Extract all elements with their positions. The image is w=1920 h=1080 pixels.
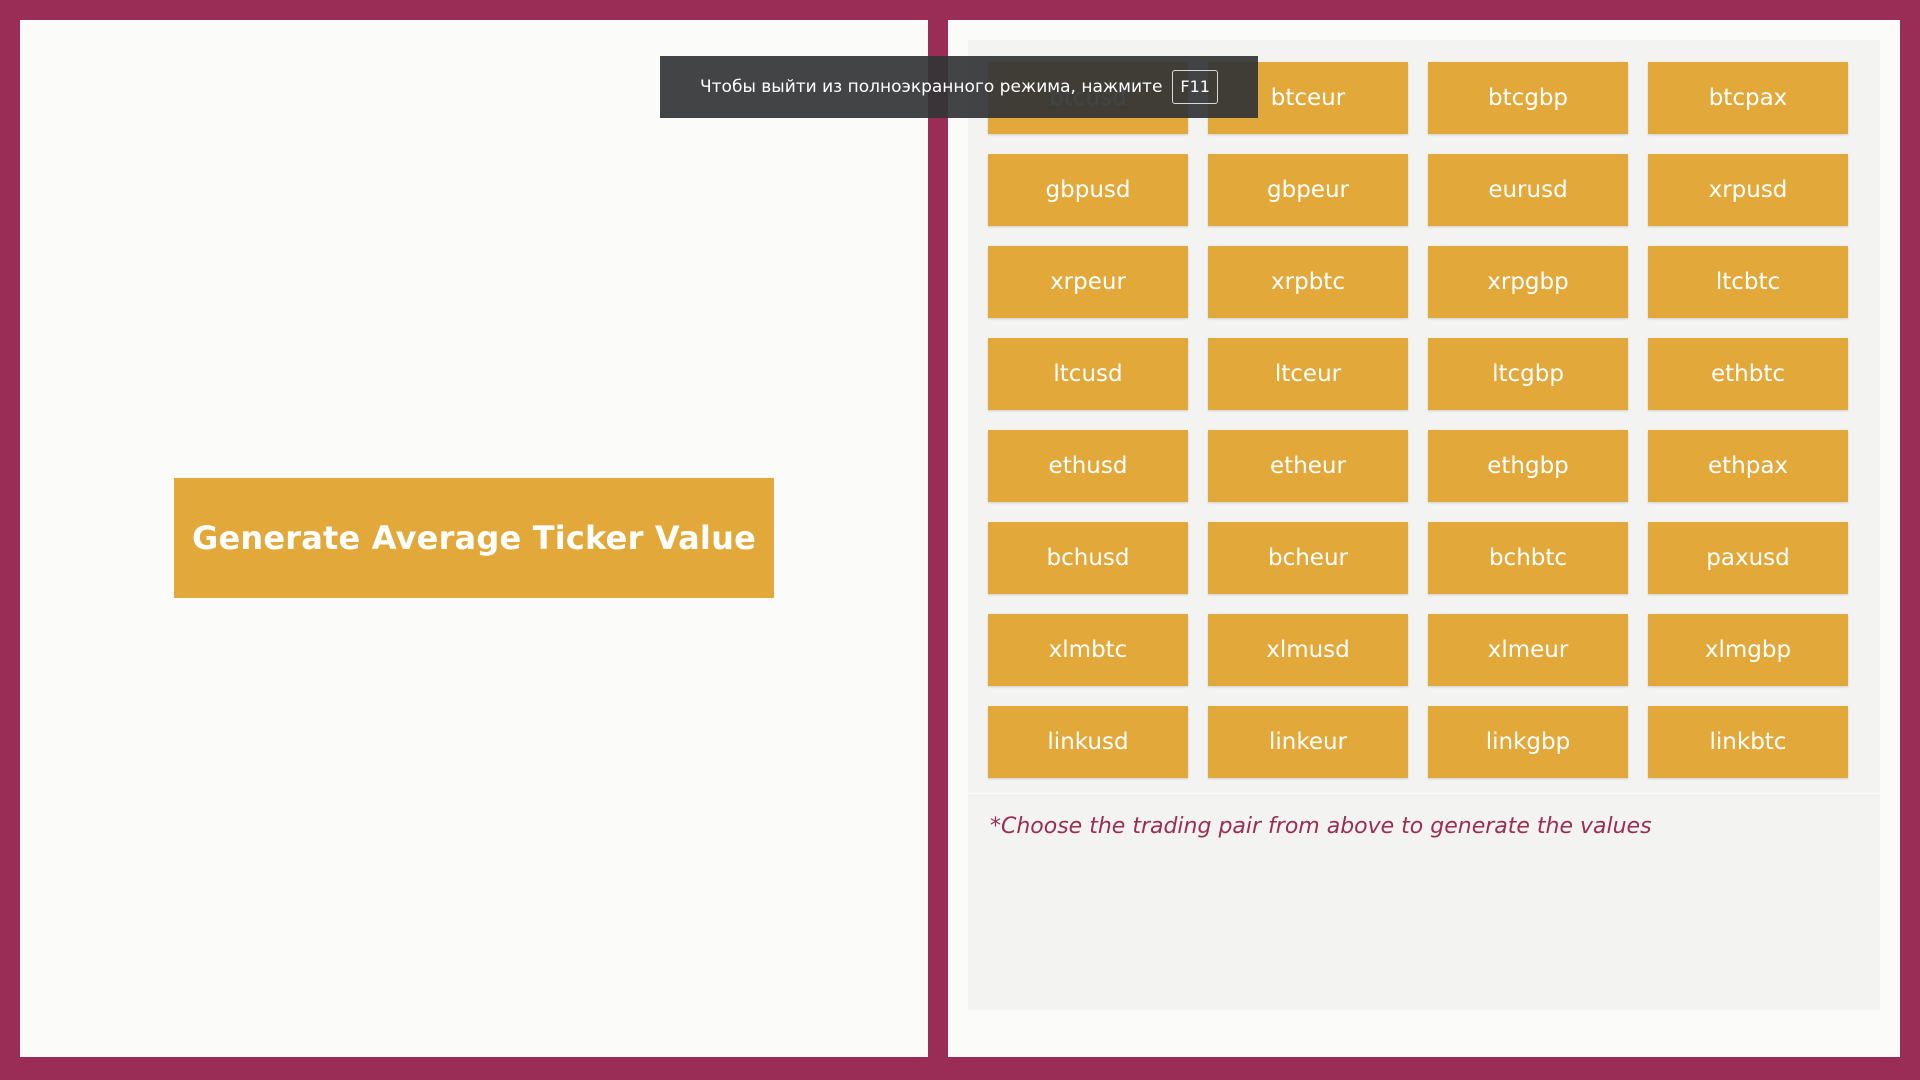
pair-button-btcpax[interactable]: btcpax — [1648, 62, 1848, 134]
pair-button-xrpgbp[interactable]: xrpgbp — [1428, 246, 1628, 318]
trading-pairs-list[interactable]: btcusdbtceurbtcgbpbtcpaxgbpusdgbpeureuru… — [968, 40, 1880, 793]
pair-button-bchusd[interactable]: bchusd — [988, 522, 1188, 594]
pair-button-etheur[interactable]: etheur — [1208, 430, 1408, 502]
pair-button-ethgbp[interactable]: ethgbp — [1428, 430, 1628, 502]
pair-button-eurusd[interactable]: eurusd — [1428, 154, 1628, 226]
pair-button-ethusd[interactable]: ethusd — [988, 430, 1188, 502]
toast-message: Чтобы выйти из полноэкранного режима, на… — [700, 77, 1163, 97]
pair-button-xlmgbp[interactable]: xlmgbp — [1648, 614, 1848, 686]
pair-button-linkeur[interactable]: linkeur — [1208, 706, 1408, 778]
pair-button-ltcbtc[interactable]: ltcbtc — [1648, 246, 1848, 318]
pair-button-ethpax[interactable]: ethpax — [1648, 430, 1848, 502]
pair-button-xrpeur[interactable]: xrpeur — [988, 246, 1188, 318]
pair-button-bchbtc[interactable]: bchbtc — [1428, 522, 1628, 594]
pair-button-ethbtc[interactable]: ethbtc — [1648, 338, 1848, 410]
f11-key-hint: F11 — [1172, 70, 1218, 104]
pair-button-bcheur[interactable]: bcheur — [1208, 522, 1408, 594]
pair-button-paxusd[interactable]: paxusd — [1648, 522, 1848, 594]
pair-button-ltceur[interactable]: ltceur — [1208, 338, 1408, 410]
pair-button-xlmusd[interactable]: xlmusd — [1208, 614, 1408, 686]
pair-button-linkbtc[interactable]: linkbtc — [1648, 706, 1848, 778]
left-panel: Generate Average Ticker Value — [20, 20, 928, 1057]
pair-button-xlmbtc[interactable]: xlmbtc — [988, 614, 1188, 686]
generate-average-ticker-button[interactable]: Generate Average Ticker Value — [174, 478, 774, 598]
result-hint: *Choose the trading pair from above to g… — [990, 814, 1652, 839]
fullscreen-exit-toast: Чтобы выйти из полноэкранного режима, на… — [660, 56, 1258, 118]
pair-button-ltcgbp[interactable]: ltcgbp — [1428, 338, 1628, 410]
pair-button-xrpbtc[interactable]: xrpbtc — [1208, 246, 1408, 318]
pair-button-xrpusd[interactable]: xrpusd — [1648, 154, 1848, 226]
pair-button-gbpusd[interactable]: gbpusd — [988, 154, 1188, 226]
right-panel: btcusdbtceurbtcgbpbtcpaxgbpusdgbpeureuru… — [948, 20, 1900, 1057]
pair-button-linkusd[interactable]: linkusd — [988, 706, 1188, 778]
pair-button-linkgbp[interactable]: linkgbp — [1428, 706, 1628, 778]
trading-pairs-grid: btcusdbtceurbtcgbpbtcpaxgbpusdgbpeureuru… — [988, 62, 1848, 778]
pair-button-btcgbp[interactable]: btcgbp — [1428, 62, 1628, 134]
pair-button-gbpeur[interactable]: gbpeur — [1208, 154, 1408, 226]
pair-button-xlmeur[interactable]: xlmeur — [1428, 614, 1628, 686]
pair-button-ltcusd[interactable]: ltcusd — [988, 338, 1188, 410]
result-area: *Choose the trading pair from above to g… — [968, 794, 1880, 1010]
